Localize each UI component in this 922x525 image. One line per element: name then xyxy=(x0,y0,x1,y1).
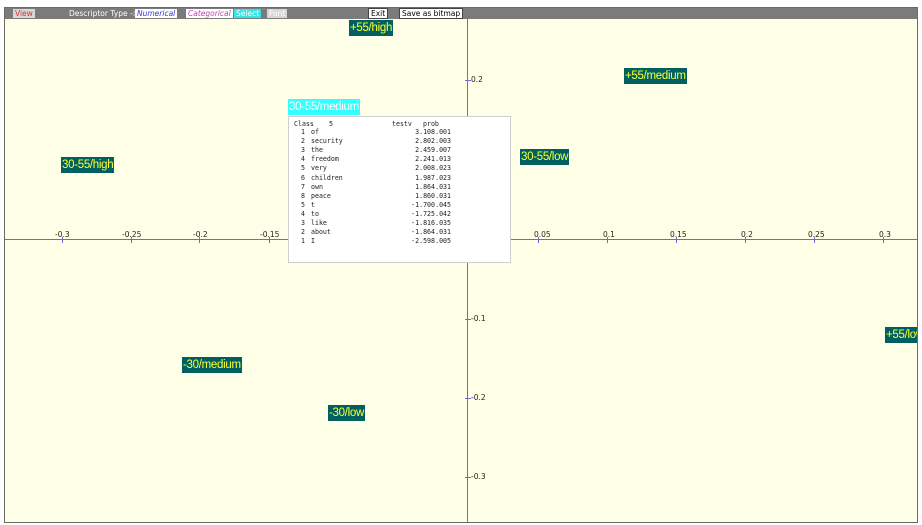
popup-row-rank: 5 xyxy=(301,200,305,209)
select-button[interactable]: Select xyxy=(234,9,262,18)
x-tick-label: -0.25 xyxy=(122,230,142,239)
x-tick-label: 0.25 xyxy=(808,230,825,239)
popup-row-word: of xyxy=(311,128,319,136)
popup-testv-header: testv xyxy=(392,120,412,128)
popup-row-prob: .045 xyxy=(435,200,451,209)
popup-row-testv: -1.864 xyxy=(411,228,435,237)
popup-row-testv: 1.864 xyxy=(415,182,435,191)
popup-row-rank: 7 xyxy=(301,182,305,191)
save-bitmap-button[interactable]: Save as bitmap xyxy=(399,8,464,19)
popup-row-rank: 2 xyxy=(301,228,305,237)
popup-row-prob: .005 xyxy=(435,237,451,246)
popup-row-word: about xyxy=(311,228,331,237)
popup-row-testv: 2.802 xyxy=(415,137,435,146)
popup-row-rank: 5 xyxy=(301,164,305,173)
popup-row-testv: 1.860 xyxy=(415,191,435,200)
popup-row-rank: 4 xyxy=(301,155,305,164)
toolbar: View Descriptor Type -> Numerical Catego… xyxy=(5,8,917,19)
popup-row-prob: .042 xyxy=(435,209,451,218)
popup-row-prob: .013 xyxy=(435,155,451,164)
descriptor-type-label: Descriptor Type -> xyxy=(69,9,139,18)
exit-button[interactable]: Exit xyxy=(368,8,389,19)
x-tick-label: -0.2 xyxy=(193,230,208,239)
popup-row-rank: 6 xyxy=(301,173,305,182)
x-tick-label: 0.1 xyxy=(603,230,615,239)
x-tick-label: -0.15 xyxy=(260,230,280,239)
popup-row-prob: .023 xyxy=(435,164,451,173)
y-axis xyxy=(467,19,468,522)
numerical-button[interactable]: Numerical xyxy=(135,9,178,18)
popup-row-word: peace xyxy=(311,191,331,200)
popup-row-word: to xyxy=(311,209,319,218)
popup-row-prob: .001 xyxy=(435,128,451,136)
y-tick-label: -0.1 xyxy=(471,314,486,323)
point-label[interactable]: -30/medium xyxy=(182,357,242,373)
x-tick-label: 0.3 xyxy=(879,230,891,239)
popup-row-prob: .031 xyxy=(435,228,451,237)
popup-row-testv: 3.108 xyxy=(415,128,435,136)
popup-row-testv: -2.598 xyxy=(411,237,435,246)
popup-row-rank: 4 xyxy=(301,209,305,218)
popup-row-rank: 8 xyxy=(301,191,305,200)
popup-row-testv: -1.816 xyxy=(411,219,435,227)
font-button[interactable]: Font xyxy=(267,9,288,18)
popup-class-header: Class xyxy=(294,120,314,128)
popup-row-word: very xyxy=(311,164,327,173)
view-button[interactable]: View xyxy=(13,9,35,18)
categorical-button[interactable]: Categorical xyxy=(186,9,233,18)
popup-row-word: the xyxy=(311,146,323,155)
popup-row-rank: 3 xyxy=(301,219,305,227)
point-label[interactable]: 30-55/low xyxy=(520,149,570,165)
class-characteristics-popup: Class 5 testv prob 1 of 3.108.001 2 security… xyxy=(288,116,511,263)
popup-row-prob: .007 xyxy=(435,146,451,155)
popup-row-prob: .023 xyxy=(435,173,451,182)
plot-window: View Descriptor Type -> Numerical Catego… xyxy=(4,7,918,523)
popup-row-prob: .035 xyxy=(435,219,451,227)
popup-row-rank: 1 xyxy=(301,237,305,246)
y-tick-label: 0.2 xyxy=(471,75,483,84)
popup-row-testv: 2.008 xyxy=(415,164,435,173)
popup-row-prob: .031 xyxy=(435,191,451,200)
y-tick-label: -0.3 xyxy=(471,472,486,481)
point-label-selected[interactable]: 30-55/medium xyxy=(288,99,360,115)
popup-row-rank: 3 xyxy=(301,146,305,155)
popup-row-rank: 2 xyxy=(301,137,305,146)
popup-class-number: 5 xyxy=(329,120,333,128)
popup-row-testv: 2.241 xyxy=(415,155,435,164)
popup-row-word: own xyxy=(311,182,323,191)
popup-row-word: freedom xyxy=(311,155,339,164)
popup-row-testv: 2.459 xyxy=(415,146,435,155)
popup-row-word: like xyxy=(311,219,327,227)
point-label[interactable]: +55/high xyxy=(349,20,394,36)
y-tick-label: -0.2 xyxy=(471,393,486,402)
x-tick-label: 0.2 xyxy=(741,230,753,239)
point-label[interactable]: -30/low xyxy=(328,405,365,421)
popup-row-word: I xyxy=(311,237,315,246)
x-tick-label: 0.15 xyxy=(670,230,687,239)
popup-row-prob: .031 xyxy=(435,182,451,191)
popup-row-word: security xyxy=(311,137,343,146)
popup-row-testv: 1.987 xyxy=(415,173,435,182)
x-tick-label: -0.3 xyxy=(55,230,70,239)
point-label[interactable]: 30-55/high xyxy=(61,157,115,173)
point-label[interactable]: +55/low xyxy=(885,327,917,343)
point-label[interactable]: +55/medium xyxy=(624,68,687,84)
popup-row-prob: .003 xyxy=(435,137,451,146)
popup-row-rank: 1 xyxy=(301,128,305,136)
x-tick-label: 0.05 xyxy=(534,230,551,239)
popup-row-word: t xyxy=(311,200,315,209)
popup-row-word: children xyxy=(311,173,343,182)
popup-row-testv: -1.700 xyxy=(411,200,435,209)
popup-prob-header: prob xyxy=(423,120,439,128)
popup-row-testv: -1.725 xyxy=(411,209,435,218)
